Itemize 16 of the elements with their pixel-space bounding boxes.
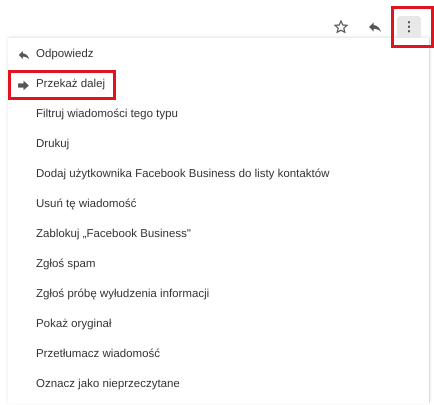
menu-item[interactable]: Oznacz jako nieprzeczytane bbox=[36, 376, 180, 394]
menu-item[interactable]: Filtruj wiadomości tego typu bbox=[36, 106, 178, 124]
menu-item[interactable]: Zgłoś próbę wyłudzenia informacji bbox=[36, 286, 210, 304]
menu-item[interactable]: Drukuj bbox=[36, 136, 70, 154]
star-icon[interactable] bbox=[333, 19, 349, 35]
forward-arrow-icon bbox=[17, 78, 30, 92]
more-options-button[interactable]: ⋮ bbox=[397, 16, 421, 38]
menu-item[interactable]: Usuń tę wiadomość bbox=[36, 196, 136, 214]
menu-item[interactable]: Dodaj użytkownika Facebook Business do listy kontaktów bbox=[36, 166, 330, 184]
menu-item[interactable]: Pokaż oryginał bbox=[36, 316, 112, 334]
menu-item[interactable]: Odpowiedz bbox=[36, 46, 94, 64]
menu-item[interactable]: Zgłoś spam bbox=[36, 256, 96, 274]
menu-item[interactable]: Zablokuj „Facebook Business" bbox=[36, 226, 191, 244]
reply-icon bbox=[16, 48, 30, 62]
menu-item[interactable]: Przetłumacz wiadomość bbox=[36, 346, 160, 364]
menu-item[interactable]: Przekaż dalej bbox=[36, 76, 106, 94]
